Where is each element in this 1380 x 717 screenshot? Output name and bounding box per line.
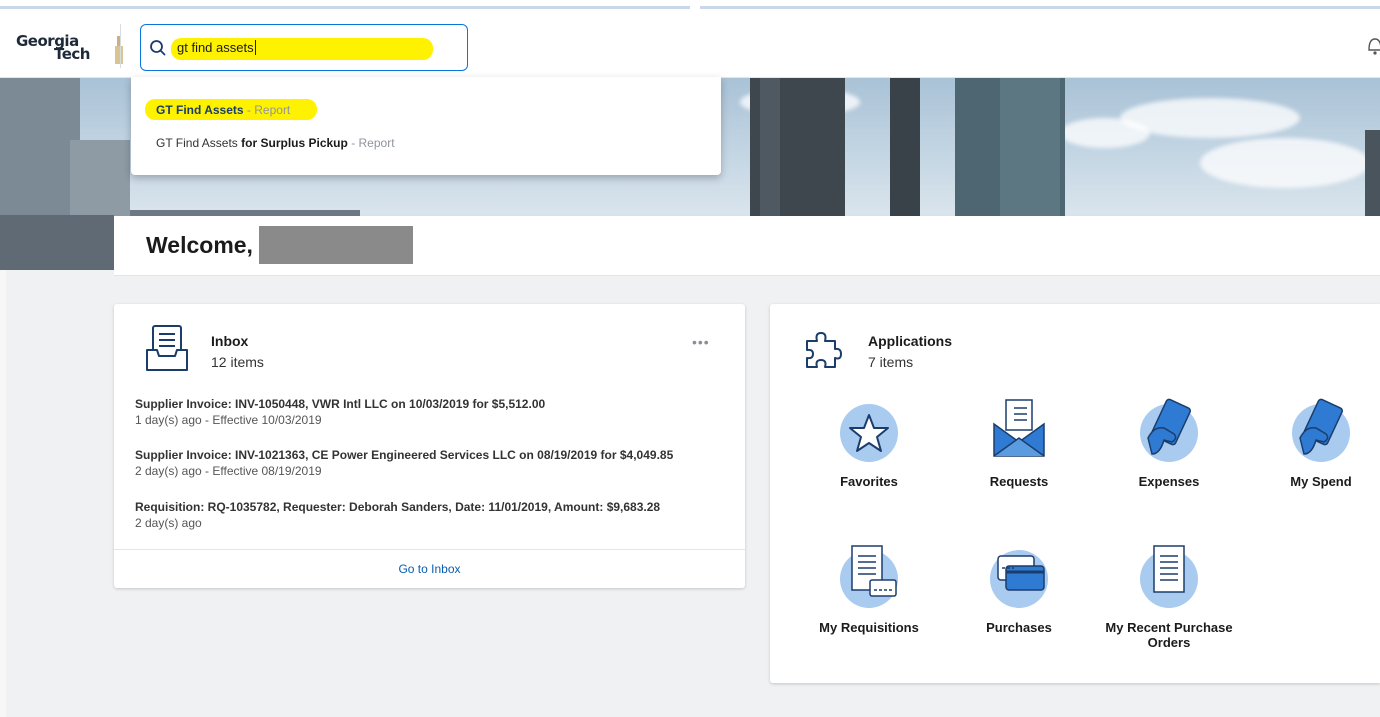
more-options-icon[interactable]: •••: [692, 334, 710, 350]
welcome-banner: Welcome,: [114, 216, 1380, 276]
inbox-tray-icon: [146, 325, 188, 371]
app-tile-label: My Spend: [1290, 474, 1352, 489]
document-card-icon: [851, 545, 897, 597]
result-name: GT Find Assets: [156, 103, 244, 117]
document-list-icon: [1153, 545, 1185, 593]
divider: [114, 549, 745, 550]
app-tile-label: My Requisitions: [819, 620, 919, 635]
inbox-item-title: Supplier Invoice: INV-1021363, CE Power …: [135, 448, 674, 462]
inbox-item-meta: 1 day(s) ago - Effective 10/03/2019: [135, 413, 322, 427]
app-tile-label: My Recent Purchase Orders: [1105, 620, 1233, 650]
search-icon: [150, 40, 166, 56]
inbox-item-title: Requisition: RQ-1035782, Requester: Debo…: [135, 500, 661, 514]
inbox-item[interactable]: Supplier Invoice: INV-1021363, CE Power …: [135, 448, 735, 478]
hand-card-icon: [1147, 398, 1191, 455]
app-tile-label: Requests: [989, 474, 1049, 489]
credit-card-icon: [997, 555, 1045, 591]
app-tile-label: Purchases: [986, 620, 1052, 635]
inbox-item[interactable]: Requisition: RQ-1035782, Requester: Debo…: [135, 500, 735, 530]
left-edge: [0, 270, 6, 717]
tower-icon: [115, 36, 123, 64]
applications-count: 7 items: [868, 354, 914, 370]
inbox-item-meta: 2 day(s) ago: [135, 516, 202, 530]
result-kind: - Report: [246, 103, 291, 117]
logo-divider: [120, 24, 121, 68]
applications-card: Applications 7 items Favorites Requests …: [770, 304, 1380, 683]
app-tile-label: Favorites: [840, 474, 898, 489]
result-name: GT Find Assets: [156, 136, 242, 150]
top-bar: Georgia Tech gt find assets: [0, 0, 1380, 78]
go-to-inbox-link[interactable]: Go to Inbox: [114, 562, 745, 576]
search-input[interactable]: gt find assets: [140, 24, 468, 71]
puzzle-icon: [806, 332, 842, 368]
georgia-tech-logo[interactable]: Georgia Tech: [14, 30, 123, 64]
app-tile-label: Expenses: [1138, 474, 1200, 489]
inbox-count: 12 items: [211, 354, 264, 370]
search-query: gt find assets: [177, 40, 256, 55]
result-kind: - Report: [351, 136, 395, 150]
welcome-title: Welcome,: [146, 232, 253, 258]
inbox-title: Inbox: [211, 333, 249, 349]
star-icon: [849, 414, 889, 452]
envelope-list-icon: [993, 399, 1045, 457]
notifications-bell-icon[interactable]: [1366, 34, 1380, 56]
search-result-gt-find-assets[interactable]: GT Find Assets - Report: [156, 103, 290, 117]
search-results-dropdown: GT Find Assets - Report GT Find Assets f…: [131, 77, 721, 175]
result-name-bold: for Surplus Pickup: [241, 136, 348, 150]
inbox-item-title: Supplier Invoice: INV-1050448, VWR Intl …: [135, 397, 546, 411]
logo-text-line2: Tech: [54, 45, 90, 63]
search-result-gt-find-assets-surplus[interactable]: GT Find Assets for Surplus Pickup - Repo…: [156, 136, 395, 150]
redacted-user-name: [259, 226, 413, 264]
inbox-card: Inbox 12 items ••• Supplier Invoice: INV…: [114, 304, 745, 588]
applications-title: Applications: [868, 333, 953, 349]
hand-card-icon: [1299, 398, 1343, 455]
inbox-item[interactable]: Supplier Invoice: INV-1050448, VWR Intl …: [135, 397, 735, 427]
inbox-item-meta: 2 day(s) ago - Effective 08/19/2019: [135, 464, 322, 478]
